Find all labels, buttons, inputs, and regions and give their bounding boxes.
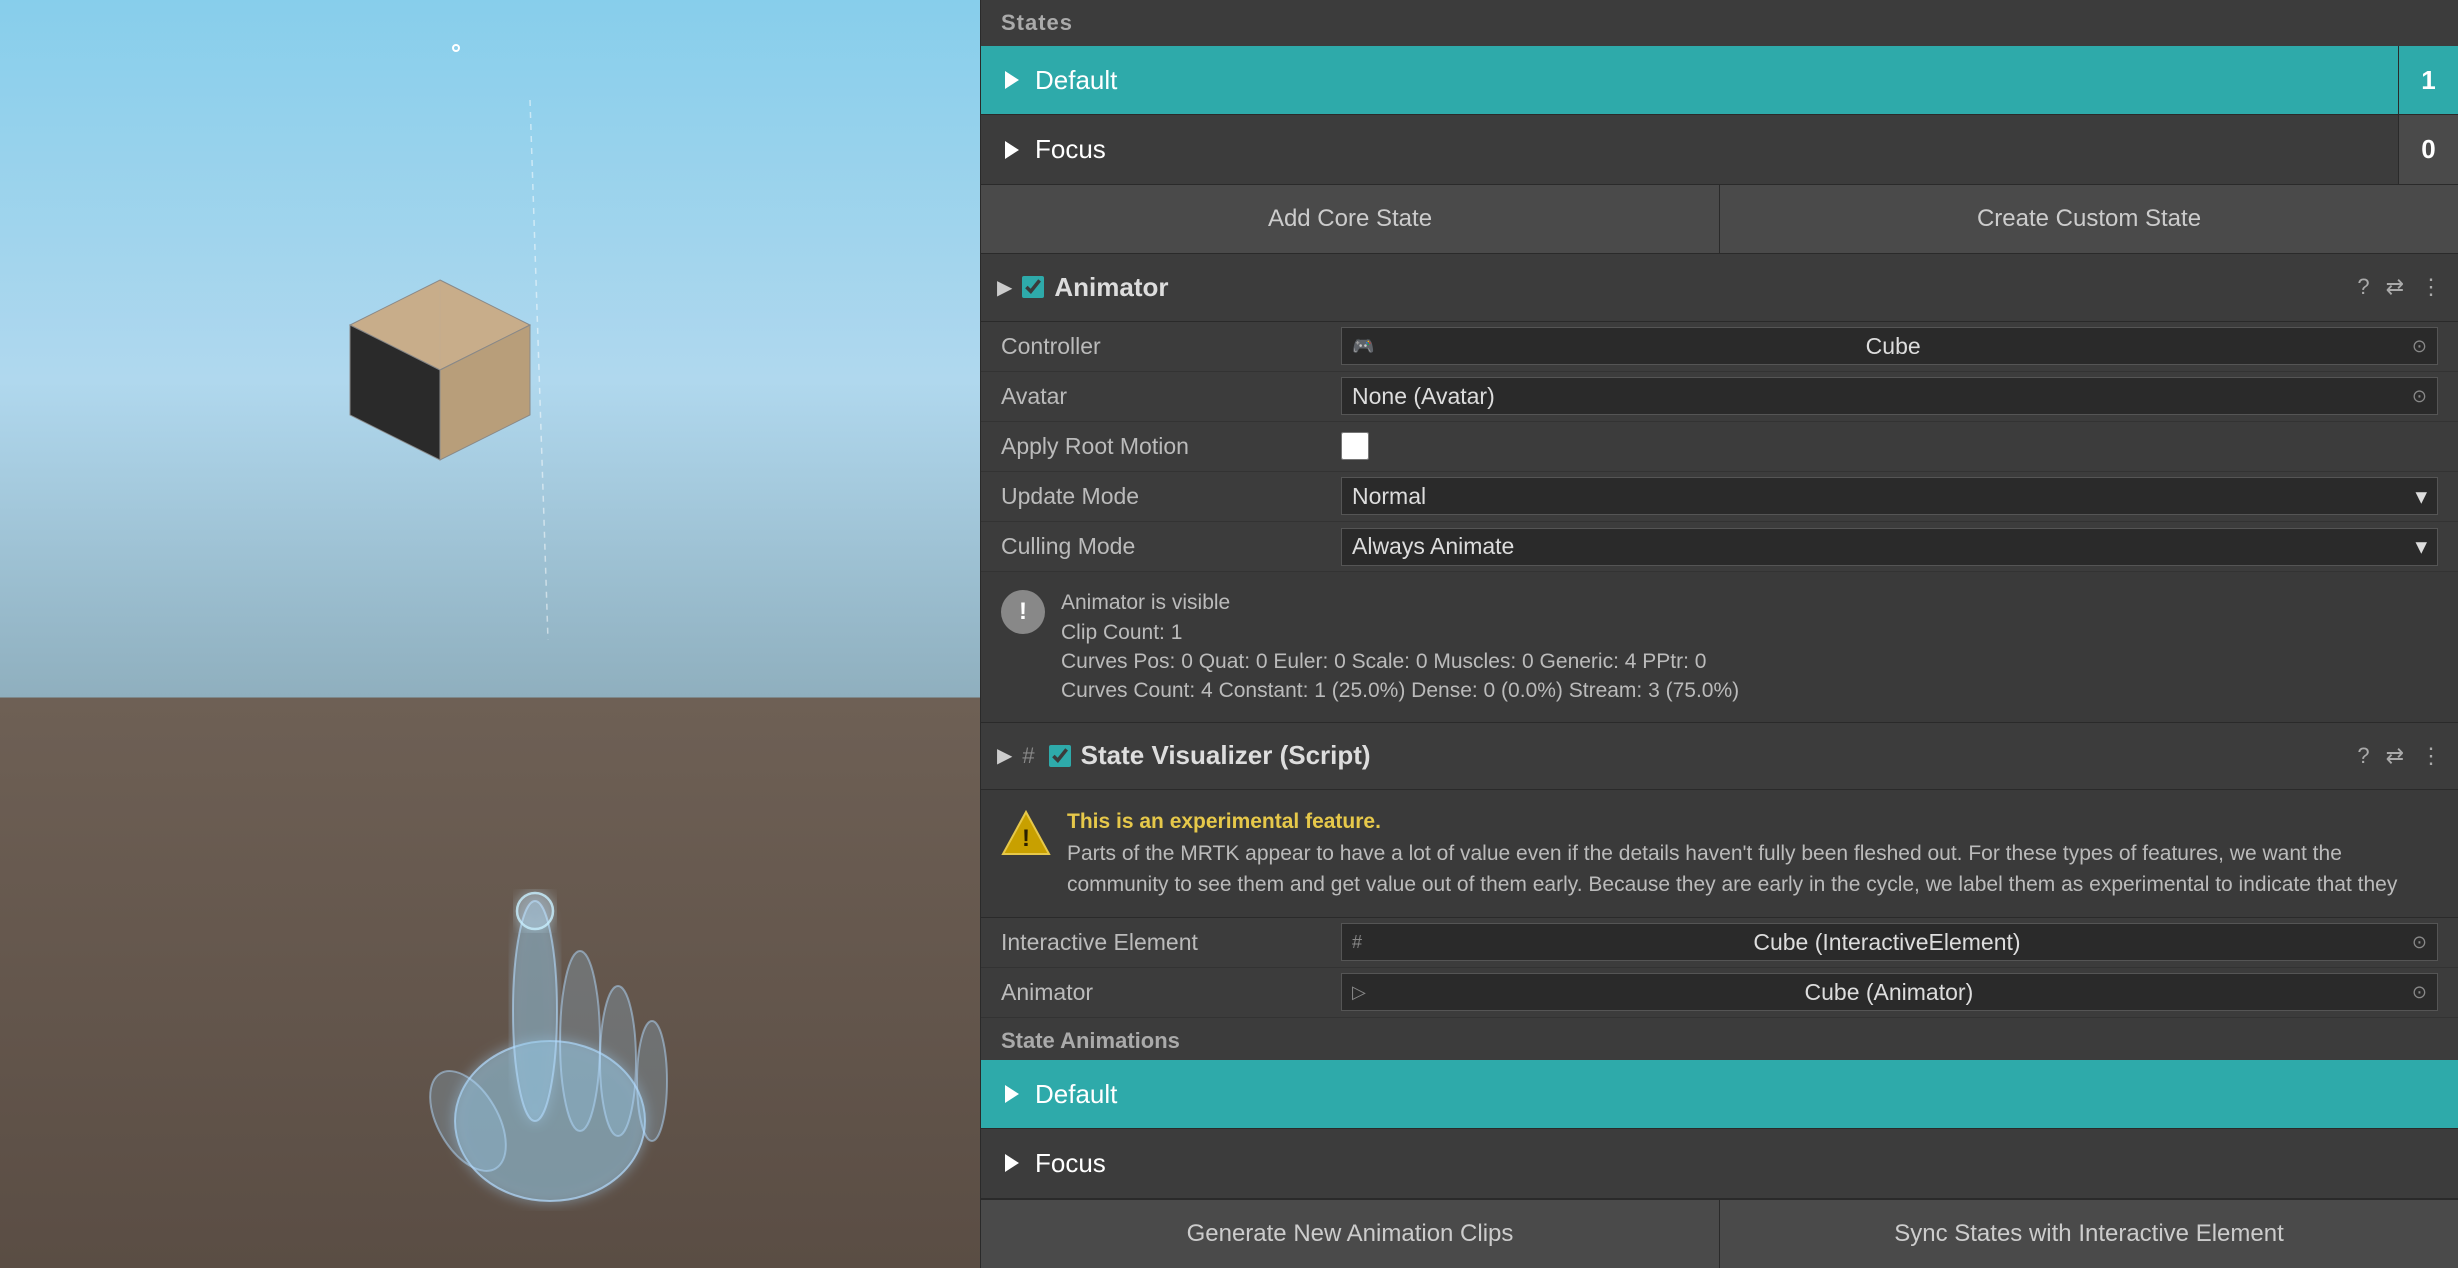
culling-mode-field[interactable]: Always Animate ▾ (1341, 528, 2438, 566)
experimental-warning-text: This is an experimental feature. Parts o… (1067, 806, 2438, 901)
update-mode-value: Normal ▾ (1341, 477, 2438, 515)
triangle-icon-focus (1005, 141, 1019, 159)
animator-enabled-checkbox[interactable] (1022, 276, 1044, 298)
animator-fold-arrow[interactable]: ▶ (997, 275, 1012, 300)
avatar-row: Avatar None (Avatar) ⊙ (981, 372, 2458, 422)
update-mode-field[interactable]: Normal ▾ (1341, 477, 2438, 515)
experimental-warning-body: Parts of the MRTK appear to have a lot o… (1067, 842, 2397, 897)
culling-mode-chevron: ▾ (2415, 533, 2427, 560)
animator-component-title: Animator (1054, 272, 2347, 303)
controller-label: Controller (1001, 333, 1341, 360)
animator-menu-icon[interactable]: ⋮ (2420, 274, 2442, 300)
triangle-icon-default (1005, 71, 1019, 89)
controller-value: 🎮 Cube ⊙ (1341, 327, 2438, 365)
controller-field[interactable]: 🎮 Cube ⊙ (1341, 327, 2438, 365)
interactive-element-label: Interactive Element (1001, 929, 1341, 956)
avatar-field[interactable]: None (Avatar) ⊙ (1341, 377, 2438, 415)
state-visualizer-component-title: State Visualizer (Script) (1081, 740, 2348, 771)
interactive-element-field[interactable]: # Cube (InteractiveElement) ⊙ (1341, 923, 2438, 961)
apply-root-motion-value (1341, 432, 2438, 460)
state-buttons-row: Add Core State Create Custom State (981, 185, 2458, 254)
bottom-buttons-row: Generate New Animation Clips Sync States… (981, 1199, 2458, 1268)
state-visualizer-animator-value: ▷ Cube (Animator) ⊙ (1341, 973, 2438, 1011)
state-animation-default-row[interactable]: Default (981, 1060, 2458, 1129)
culling-mode-row: Culling Mode Always Animate ▾ (981, 522, 2458, 572)
triangle-icon-anim-default (1005, 1085, 1019, 1103)
state-visualizer-enabled-checkbox[interactable] (1049, 745, 1071, 767)
state-visualizer-animator-field[interactable]: ▷ Cube (Animator) ⊙ (1341, 973, 2438, 1011)
add-core-state-button[interactable]: Add Core State (981, 185, 1720, 253)
state-animation-focus-label: Focus (981, 1148, 2458, 1179)
generate-animation-clips-button[interactable]: Generate New Animation Clips (981, 1200, 1720, 1268)
experimental-warning-box: ! This is an experimental feature. Parts… (981, 790, 2458, 918)
animator-settings-icon[interactable]: ⇄ (2386, 274, 2404, 300)
info-circle-icon: ! (1001, 590, 1045, 634)
state-visualizer-animator-label: Animator (1001, 979, 1341, 1006)
controller-select-icon[interactable]: ⊙ (2412, 336, 2427, 357)
svg-text:!: ! (1022, 825, 1030, 852)
create-custom-state-button[interactable]: Create Custom State (1720, 185, 2458, 253)
state-visualizer-fold-arrow[interactable]: ▶ (997, 743, 1012, 768)
state-visualizer-component-header: ▶ # State Visualizer (Script) ? ⇄ ⋮ (981, 723, 2458, 790)
state-visualizer-animator-icon: ▷ (1352, 982, 1366, 1003)
cube-object (330, 260, 550, 487)
avatar-label: Avatar (1001, 383, 1341, 410)
hash-icon: # (1022, 743, 1034, 769)
state-visualizer-component-actions: ? ⇄ ⋮ (2357, 743, 2442, 769)
state-visualizer-menu-icon[interactable]: ⋮ (2420, 743, 2442, 769)
avatar-select-icon[interactable]: ⊙ (2412, 386, 2427, 407)
state-focus-label: Focus (981, 134, 2398, 165)
triangle-icon-anim-focus (1005, 1154, 1019, 1172)
inspector-panel: States Default 1 Focus 0 Add Core State … (980, 0, 2458, 1268)
update-mode-row: Update Mode Normal ▾ (981, 472, 2458, 522)
state-visualizer-animator-row: Animator ▷ Cube (Animator) ⊙ (981, 968, 2458, 1018)
state-visualizer-animator-select-icon[interactable]: ⊙ (2412, 982, 2427, 1003)
state-default-label: Default (981, 65, 2398, 96)
interactive-element-icon: # (1352, 932, 1362, 953)
animator-component-actions: ? ⇄ ⋮ (2357, 274, 2442, 300)
hand-object (380, 811, 720, 1218)
viewport (0, 0, 980, 1268)
controller-row: Controller 🎮 Cube ⊙ (981, 322, 2458, 372)
apply-root-motion-label: Apply Root Motion (1001, 433, 1341, 460)
state-default-badge: 1 (2398, 46, 2458, 114)
interactive-element-select-icon[interactable]: ⊙ (2412, 932, 2427, 953)
state-row-default[interactable]: Default 1 (981, 46, 2458, 115)
apply-root-motion-row: Apply Root Motion (981, 422, 2458, 472)
warning-triangle-icon: ! (1001, 808, 1051, 858)
update-mode-label: Update Mode (1001, 483, 1341, 510)
apply-root-motion-checkbox[interactable] (1341, 432, 1369, 460)
state-visualizer-settings-icon[interactable]: ⇄ (2386, 743, 2404, 769)
state-animation-default-label: Default (981, 1079, 2458, 1110)
animator-info-box: ! Animator is visible Clip Count: 1 Curv… (981, 572, 2458, 723)
state-animations-label: State Animations (981, 1018, 2458, 1060)
sync-states-button[interactable]: Sync States with Interactive Element (1720, 1200, 2458, 1268)
state-animation-focus-row[interactable]: Focus (981, 1129, 2458, 1198)
state-row-focus[interactable]: Focus 0 (981, 115, 2458, 184)
culling-mode-label: Culling Mode (1001, 533, 1341, 560)
update-mode-chevron: ▾ (2415, 483, 2427, 510)
controller-icon: 🎮 (1352, 336, 1374, 357)
interactive-element-row: Interactive Element # Cube (InteractiveE… (981, 918, 2458, 968)
culling-mode-value: Always Animate ▾ (1341, 528, 2438, 566)
experimental-warning-title: This is an experimental feature. (1067, 806, 2438, 838)
cursor-dot (452, 44, 460, 52)
animator-help-icon[interactable]: ? (2357, 274, 2369, 300)
avatar-value: None (Avatar) ⊙ (1341, 377, 2438, 415)
animator-component-header: ▶ Animator ? ⇄ ⋮ (981, 254, 2458, 321)
state-focus-badge: 0 (2398, 115, 2458, 183)
states-section-header: States (981, 0, 2458, 46)
animator-info-text: Animator is visible Clip Count: 1 Curves… (1061, 588, 1739, 706)
interactive-element-value: # Cube (InteractiveElement) ⊙ (1341, 923, 2438, 961)
state-visualizer-help-icon[interactable]: ? (2357, 743, 2369, 769)
